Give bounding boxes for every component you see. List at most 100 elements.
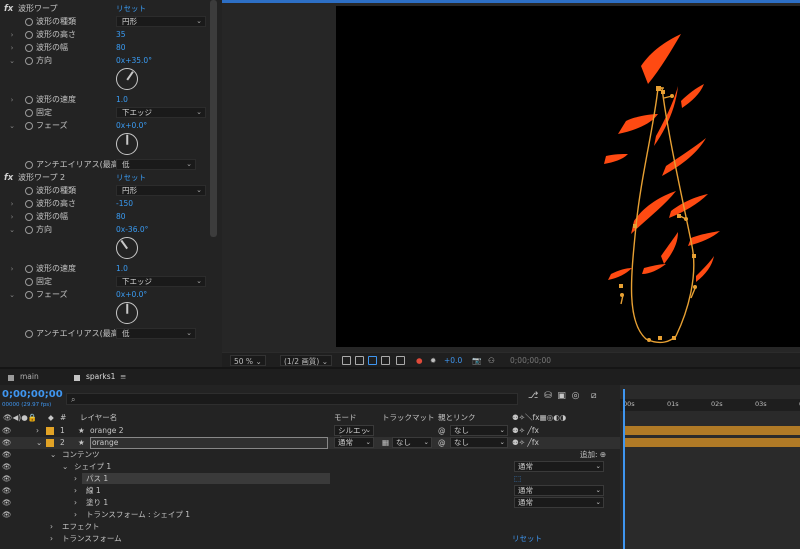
twirl-icon[interactable]: ›	[8, 200, 16, 208]
preserve-transparency-icon[interactable]: ▦	[382, 437, 389, 449]
effect-property-row[interactable]: 固定 下エッジ ⌄	[0, 275, 212, 288]
blend-mode-dropdown[interactable]: 通常 ⌄	[334, 437, 374, 448]
effect-header[interactable]: fx 波形ワープ リセット	[0, 2, 212, 15]
exposure-icon[interactable]: ✹	[430, 355, 436, 366]
layer-row[interactable]: 👁 ⌄ 2 ★ orange 通常 ⌄ ▦ なし ⌄ @ なし ⌄ ⚉✧ ╱fx	[0, 437, 620, 449]
effect-property-row[interactable]: › 波形の高さ -150	[0, 197, 212, 210]
effect-property-row[interactable]: ⌄ 方向 0x-36.0°	[0, 223, 212, 236]
effect-header[interactable]: fx 波形ワープ 2 リセット	[0, 171, 212, 184]
stopwatch-icon[interactable]	[25, 43, 33, 52]
property-value[interactable]: 80	[116, 212, 126, 221]
effect-property-row[interactable]: 固定 下エッジ ⌄	[0, 106, 212, 119]
stopwatch-icon[interactable]	[25, 329, 33, 338]
stopwatch-icon[interactable]	[25, 199, 33, 208]
twirl-icon[interactable]: ›	[50, 533, 53, 545]
stopwatch-icon[interactable]	[25, 108, 33, 117]
stopwatch-icon[interactable]	[25, 17, 33, 26]
effect-property-row[interactable]: 波形の種類 円形 ⌄	[0, 184, 212, 197]
effect-property-row[interactable]: ⌄ フェーズ 0x+0.0°	[0, 288, 212, 301]
property-value[interactable]: 35	[116, 30, 126, 39]
twirl-icon[interactable]: ⌄	[8, 57, 16, 65]
twirl-icon[interactable]: ›	[8, 96, 16, 104]
layer-switches[interactable]: ⚉✧ ╱fx	[512, 425, 539, 437]
transparency-grid-icon[interactable]	[355, 356, 364, 365]
effect-property-row[interactable]: ⌄ フェーズ 0x+0.0°	[0, 119, 212, 132]
parent-dropdown[interactable]: なし ⌄	[450, 425, 508, 436]
property-dropdown[interactable]: 下エッジ ⌄	[116, 107, 206, 118]
property-name[interactable]: トランスフォーム	[62, 533, 122, 545]
effect-property-row[interactable]: › 波形の幅 80	[0, 210, 212, 223]
timeline-toolbar-icons[interactable]: ⎇ ⛁ ▣ ◎ ⧄	[528, 391, 597, 402]
label-color-swatch[interactable]	[46, 439, 54, 447]
pick-whip-icon[interactable]: @	[438, 437, 446, 449]
time-ruler[interactable]: 00s01s02s03s0	[620, 399, 800, 411]
stopwatch-icon[interactable]	[25, 121, 33, 130]
property-row[interactable]: › エフェクト	[0, 521, 620, 533]
property-blend-dropdown[interactable]: 通常 ⌄	[514, 485, 604, 496]
twirl-icon[interactable]: ›	[74, 497, 77, 509]
layer-name[interactable]: orange 2	[90, 425, 124, 437]
twirl-icon[interactable]: ⌄	[36, 437, 42, 449]
effect-property-row[interactable]: › 波形の幅 80	[0, 41, 212, 54]
twirl-icon[interactable]: ⌄	[8, 122, 16, 130]
layer-duration-bar[interactable]	[623, 438, 800, 447]
property-value[interactable]: 0x-36.0°	[116, 225, 148, 234]
property-name[interactable]: エフェクト	[62, 521, 100, 533]
eye-icon[interactable]: 👁	[2, 425, 12, 437]
property-row[interactable]: 👁 › トランスフォーム : シェイプ 1	[0, 509, 620, 521]
stopwatch-icon[interactable]	[25, 264, 33, 273]
stopwatch-icon[interactable]	[25, 30, 33, 39]
eye-icon[interactable]: 👁	[2, 497, 12, 509]
property-name[interactable]: パス 1	[86, 473, 108, 485]
reset-link[interactable]: リセット	[116, 172, 146, 183]
angle-dial[interactable]	[116, 302, 138, 324]
reset-link[interactable]: リセット	[116, 3, 146, 14]
stopwatch-icon[interactable]	[25, 160, 33, 169]
track-matte-dropdown[interactable]: なし ⌄	[392, 437, 432, 448]
stopwatch-icon[interactable]	[25, 290, 33, 299]
property-blend-dropdown[interactable]: 通常 ⌄	[514, 461, 604, 472]
tab-menu-icon[interactable]: ≡	[120, 371, 126, 383]
show-snapshot-icon[interactable]: ⚇	[488, 355, 495, 366]
property-dropdown[interactable]: 低 ⌄	[116, 159, 196, 170]
property-value[interactable]: 0x+35.0°	[116, 56, 152, 65]
angle-dial[interactable]	[116, 237, 138, 259]
zoom-select[interactable]: 50 % ⌄	[230, 355, 266, 366]
twirl-icon[interactable]: ›	[74, 473, 77, 485]
path-shape-icon[interactable]: ⬚	[514, 473, 521, 485]
twirl-icon[interactable]: ›	[74, 509, 77, 521]
effect-property-row[interactable]: 波形の種類 円形 ⌄	[0, 15, 212, 28]
resolution-select[interactable]: (1/2 画質) ⌄	[280, 355, 332, 366]
add-menu[interactable]: 追加: ⊕	[580, 449, 606, 461]
tab-main[interactable]: main	[20, 371, 39, 383]
twirl-icon[interactable]: ⌄	[8, 226, 16, 234]
layer-duration-bar[interactable]	[623, 426, 800, 435]
label-color-swatch[interactable]	[46, 427, 54, 435]
eye-icon[interactable]: 👁	[2, 473, 12, 485]
property-dropdown[interactable]: 下エッジ ⌄	[116, 276, 206, 287]
layer-name[interactable]: orange	[90, 437, 328, 449]
playhead[interactable]	[623, 389, 625, 549]
property-row[interactable]: 👁 ⌄ シェイプ 1 通常 ⌄	[0, 461, 620, 473]
layer-search-input[interactable]: ⌕	[66, 393, 518, 405]
region-of-interest-icon[interactable]	[342, 356, 351, 365]
effects-scrollbar[interactable]	[210, 0, 217, 237]
effect-property-row[interactable]: ⌄ 方向 0x+35.0°	[0, 54, 212, 67]
twirl-icon[interactable]: ⌄	[8, 291, 16, 299]
twirl-icon[interactable]: ›	[8, 31, 16, 39]
property-blend-dropdown[interactable]: 通常 ⌄	[514, 497, 604, 508]
pick-whip-icon[interactable]: @	[438, 425, 446, 437]
property-value[interactable]: 80	[116, 43, 126, 52]
property-name[interactable]: シェイプ 1	[74, 461, 111, 473]
property-row[interactable]: 👁 › 線 1 通常 ⌄	[0, 485, 620, 497]
reset-link[interactable]: リセット	[512, 533, 542, 545]
property-value[interactable]: 1.0	[116, 95, 128, 104]
stopwatch-icon[interactable]	[25, 95, 33, 104]
eye-icon[interactable]: 👁	[2, 509, 12, 521]
viewer-timecode[interactable]: 0;00;00;00	[510, 355, 551, 366]
property-value[interactable]: 1.0	[116, 264, 128, 273]
twirl-icon[interactable]: ⌄	[50, 449, 56, 461]
composition-canvas[interactable]	[336, 6, 800, 347]
property-dropdown[interactable]: 円形 ⌄	[116, 16, 206, 27]
stopwatch-icon[interactable]	[25, 277, 33, 286]
